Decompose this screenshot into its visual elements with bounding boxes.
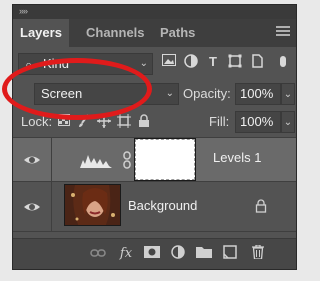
layers-toolbar: fx xyxy=(13,238,296,269)
lock-row: Lock: Fill: 100% ⌄ xyxy=(13,110,296,136)
chain-link-icon[interactable] xyxy=(122,150,132,170)
panel-tabs: Layers Channels Paths xyxy=(13,19,296,47)
panel-top-strip: »» xyxy=(13,5,296,19)
lock-image-pixels-icon[interactable] xyxy=(77,114,91,130)
filter-kind-select[interactable]: ⌕ Kind ⌄ xyxy=(18,53,153,75)
shape-filter-icon[interactable] xyxy=(227,54,243,70)
pixel-filter-icon[interactable] xyxy=(161,54,177,70)
opacity-input[interactable]: 100% xyxy=(235,83,281,105)
layer-mask-thumbnail[interactable] xyxy=(134,138,196,181)
lock-position-icon[interactable] xyxy=(97,114,111,130)
collapse-icon[interactable]: »» xyxy=(19,6,28,16)
smart-object-filter-icon[interactable] xyxy=(249,54,265,70)
lock-transparent-pixels-icon[interactable] xyxy=(57,114,71,130)
new-group-icon[interactable] xyxy=(195,245,213,263)
fx-icon[interactable]: fx xyxy=(117,245,135,263)
layer-mask-icon[interactable] xyxy=(143,245,161,263)
opacity-label: Opacity: xyxy=(183,86,231,101)
delete-icon[interactable] xyxy=(249,244,267,263)
visibility-eye-icon[interactable] xyxy=(22,150,42,170)
fill-label: Fill: xyxy=(209,114,230,129)
levels-adjustment-icon xyxy=(78,152,114,168)
visibility-eye-icon[interactable] xyxy=(22,197,42,217)
fill-chevron-icon[interactable]: ⌄ xyxy=(281,111,295,133)
chevron-down-icon: ⌄ xyxy=(139,58,148,69)
tab-paths[interactable]: Paths xyxy=(153,19,202,47)
layer-row-background[interactable]: Background xyxy=(13,182,296,232)
opacity-chevron-icon[interactable]: ⌄ xyxy=(281,83,295,105)
new-layer-icon[interactable] xyxy=(221,245,239,263)
background-thumbnail xyxy=(64,184,121,226)
search-icon: ⌕ xyxy=(25,57,33,72)
lock-label: Lock: xyxy=(21,114,53,129)
blend-mode-select[interactable]: Screen ⌄ xyxy=(34,83,179,105)
layer-name[interactable]: Levels 1 xyxy=(213,150,261,165)
layer-row-levels[interactable]: Levels 1 xyxy=(13,138,296,182)
blend-row: Screen ⌄ Opacity: 100% ⌄ xyxy=(13,81,296,107)
chevron-down-icon: ⌄ xyxy=(165,88,174,99)
panel-menu-icon[interactable] xyxy=(276,26,290,38)
layers-panel: »» Layers Channels Paths ⌕ Kind ⌄ T Scre… xyxy=(12,4,297,270)
row-divider xyxy=(51,138,52,181)
fill-input[interactable]: 100% xyxy=(235,111,281,133)
type-filter-icon[interactable]: T xyxy=(205,54,221,70)
blend-mode-value: Screen xyxy=(41,86,83,101)
filter-kind-value: Kind xyxy=(43,56,70,71)
lock-icon xyxy=(255,199,267,213)
filter-toggle-icon[interactable] xyxy=(275,56,291,72)
lock-all-icon[interactable] xyxy=(137,114,151,130)
filter-row: ⌕ Kind ⌄ T xyxy=(13,51,296,77)
link-layers-icon[interactable] xyxy=(89,245,107,263)
layers-list: Levels 1 Background xyxy=(13,137,296,234)
adjustment-layer-icon[interactable] xyxy=(169,245,187,263)
row-divider xyxy=(51,182,52,231)
adjustment-filter-icon[interactable] xyxy=(183,54,199,70)
tab-layers[interactable]: Layers xyxy=(13,19,69,47)
layer-name[interactable]: Background xyxy=(128,198,197,213)
tab-channels[interactable]: Channels xyxy=(79,19,152,47)
lock-artboard-icon[interactable] xyxy=(117,114,131,130)
